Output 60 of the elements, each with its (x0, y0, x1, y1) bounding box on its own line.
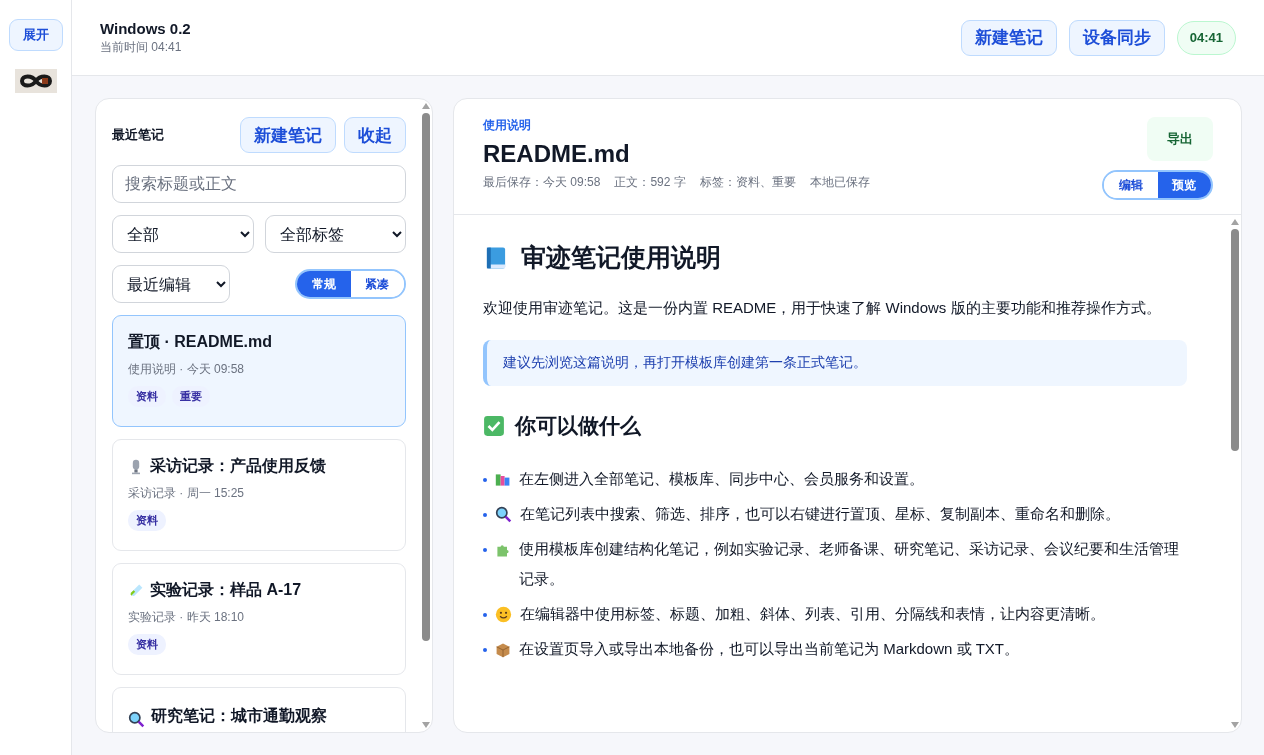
list-item: 在编辑器中使用标签、标题、加粗、斜体、列表、引用、分隔线和表情，让内容更清晰。 (520, 604, 1105, 624)
section-heading: 你可以做什么 (515, 413, 641, 439)
test-tube-icon (128, 582, 144, 599)
document-meta: 最后保存：今天 09:58 (483, 174, 601, 191)
document-meta: 标签：资料、重要 (699, 174, 796, 191)
tag-chip: 资料 (128, 510, 166, 531)
paragraph: 欢迎使用审迹笔记。这是一份内置 README，用于快速了解 Windows 版的主要功能和推荐操作方式。 (483, 298, 1162, 318)
note-meta: 实验记录 · 昨天 18:10 (128, 609, 246, 626)
collapse-button[interactable]: 收起 (344, 117, 406, 153)
list-item: 在设置页导入或导出本地备份，也可以导出当前笔记为 Markdown 或 TXT。 (519, 639, 1020, 659)
tag-chip: 重要 (172, 386, 210, 407)
note-title: 置顶 · README.md (128, 332, 272, 352)
magnifier-icon (128, 711, 145, 728)
books-icon (495, 472, 511, 488)
expand-button[interactable]: 展开 (8, 19, 63, 51)
note-card[interactable]: 采访记录：产品使用反馈 采访记录 · 周一 15:25 资料 (112, 439, 406, 551)
magnifier-icon (495, 506, 512, 523)
bullet (483, 478, 487, 482)
tag-select[interactable]: 全部标签 (264, 215, 406, 253)
callout: 建议先浏览这篇说明，再打开模板库创建第一条正式笔记。 (483, 340, 1187, 386)
note-meta: 采访记录 · 周一 15:25 (128, 485, 246, 502)
bullet (483, 613, 487, 617)
category-select[interactable]: 全部 (112, 215, 254, 253)
sync-button[interactable]: 设备同步 (1068, 19, 1165, 56)
bullet (483, 548, 487, 552)
current-time-label: 当前时间 04:41 (100, 38, 183, 56)
tag-chip: 资料 (128, 634, 166, 655)
smiley-icon (495, 606, 512, 623)
document-heading: 审迹笔记使用说明 (521, 242, 721, 273)
app-title: Windows 0.2 (100, 19, 191, 37)
list-item: 在左侧进入全部笔记、模板库、同步中心、会员服务和设置。 (519, 469, 924, 489)
note-card[interactable]: 实验记录：样品 A-17 实验记录 · 昨天 18:10 资料 (112, 563, 406, 675)
bullet (483, 648, 487, 652)
export-button[interactable]: 导出 (1147, 117, 1213, 161)
tag-chip: 资料 (128, 386, 166, 407)
note-meta: 使用说明 · 今天 09:58 (128, 361, 246, 378)
note-card[interactable]: 研究笔记：城市通勤观察 (112, 687, 406, 732)
note-title: 采访记录：产品使用反馈 (150, 456, 326, 476)
package-icon (495, 642, 511, 658)
app-logo (14, 69, 57, 93)
list-item: 使用模板库创建结构化笔记，例如实验记录、老师备课、研究笔记、采访记录、会议纪要和生活管理记录。 (519, 539, 1180, 589)
document-meta: 正文：592 字 (614, 174, 686, 191)
puzzle-icon (495, 542, 511, 558)
sort-select[interactable]: 最近编辑 (112, 265, 230, 303)
density-toggle[interactable]: 常规 (297, 271, 351, 297)
note-title: 研究笔记：城市通勤观察 (151, 705, 327, 726)
note-card[interactable]: 置顶 · README.md 使用说明 · 今天 09:58 资料 重要 (112, 315, 406, 427)
clock-badge: 04:41 (1176, 20, 1236, 55)
new-note-button[interactable]: 新建笔记 (240, 117, 336, 153)
document-meta: 本地已保存 (809, 174, 870, 191)
document-category: 使用说明 (483, 117, 532, 134)
checkmark-icon (483, 415, 505, 437)
note-title: 实验记录：样品 A-17 (150, 580, 302, 600)
search-field[interactable]: 搜索标题或正文 (112, 165, 406, 203)
list-item: 在笔记列表中搜索、筛选、排序，也可以右键进行置顶、星标、复制副本、重命名和删除。 (520, 504, 1120, 524)
mode-toggle[interactable]: 预览 (1157, 172, 1211, 198)
document-title: README.md (483, 140, 631, 168)
panel-title: 最近笔记 (112, 126, 165, 144)
new-note-button[interactable]: 新建笔记 (960, 19, 1057, 56)
bullet (483, 513, 487, 517)
